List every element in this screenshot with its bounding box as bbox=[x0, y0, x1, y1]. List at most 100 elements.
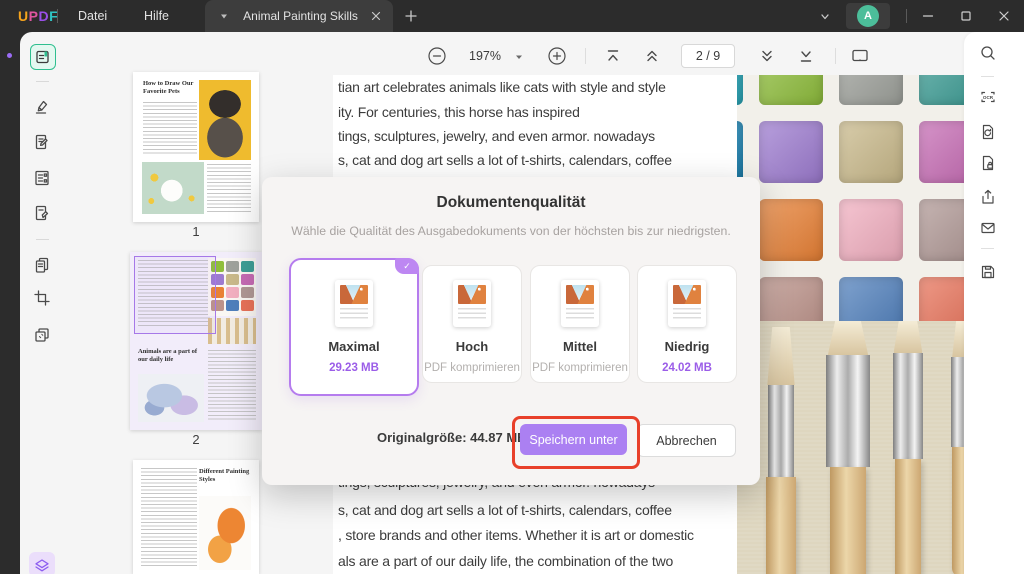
reader-icon bbox=[34, 48, 52, 66]
ai-layers-icon bbox=[33, 557, 51, 574]
save-button[interactable] bbox=[979, 263, 997, 281]
thumb2-painting-image bbox=[138, 374, 204, 422]
quality-detail: PDF komprimieren bbox=[532, 362, 628, 374]
quality-label: Maximal bbox=[328, 339, 379, 354]
sidebar-item-reader[interactable] bbox=[30, 44, 56, 70]
rail-indicator-dot bbox=[7, 53, 12, 58]
quality-option-hoch[interactable]: Hoch PDF komprimieren bbox=[422, 265, 522, 383]
cancel-button[interactable]: Abbrechen bbox=[637, 424, 736, 457]
zoom-level-value[interactable]: 197% bbox=[462, 49, 508, 63]
paint-brush bbox=[888, 321, 928, 574]
thumbnail-page-2-active[interactable]: Animals are a part of our daily life bbox=[130, 252, 262, 430]
quality-option-mittel[interactable]: Mittel PDF komprimieren bbox=[530, 265, 630, 383]
sidebar-divider bbox=[36, 81, 49, 82]
email-button[interactable] bbox=[979, 219, 997, 237]
window-minimize-button[interactable] bbox=[912, 0, 944, 32]
sidebar-item-ai[interactable] bbox=[29, 552, 55, 574]
sidebar-item-edit[interactable] bbox=[33, 133, 51, 151]
document-text-line: als are a part of our daily life, the co… bbox=[338, 553, 673, 569]
brushes-photo bbox=[737, 321, 964, 574]
quality-option-niedrig[interactable]: Niedrig 24.02 MB bbox=[637, 265, 737, 383]
first-page-button[interactable] bbox=[604, 47, 622, 65]
thumb1-title: How to Draw Our Favorite Pets bbox=[143, 80, 201, 96]
thumb1-pug-image bbox=[199, 80, 251, 160]
quality-detail: 24.02 MB bbox=[662, 362, 712, 374]
next-page-button[interactable] bbox=[758, 47, 776, 65]
thumbnail-page-1[interactable]: How to Draw Our Favorite Pets bbox=[133, 72, 259, 222]
app-logo: UPDF bbox=[18, 0, 58, 32]
selection-rectangle bbox=[134, 256, 216, 334]
tab-title: Animal Painting Skills bbox=[230, 9, 371, 23]
convert-button[interactable] bbox=[979, 123, 997, 141]
sidebar-divider bbox=[36, 239, 49, 240]
quality-label: Hoch bbox=[456, 339, 489, 354]
tab-close-icon[interactable] bbox=[371, 11, 381, 21]
sign-document-icon bbox=[33, 204, 51, 222]
menu-hilfe[interactable]: Hilfe bbox=[134, 0, 179, 32]
zoom-dropdown-caret[interactable] bbox=[514, 52, 524, 62]
page-indicator-input[interactable]: 2 / 9 bbox=[681, 44, 735, 68]
sidebar-divider bbox=[981, 248, 994, 249]
form-fields-icon bbox=[33, 169, 51, 187]
thumbnail-page-number: 2 bbox=[133, 432, 259, 447]
zoom-in-button[interactable] bbox=[547, 46, 567, 66]
account-chevron-icon[interactable] bbox=[818, 10, 832, 24]
titlebar: UPDF Datei Hilfe Animal Painting Skills … bbox=[0, 0, 1024, 32]
window-close-button[interactable] bbox=[988, 0, 1020, 32]
paint-brush bbox=[820, 321, 876, 574]
sidebar-item-organize-pages[interactable] bbox=[33, 256, 51, 274]
quality-detail: PDF komprimieren bbox=[424, 362, 520, 374]
original-size-label: Originalgröße: 44.87 MB bbox=[377, 430, 527, 445]
thumb1-dog-image bbox=[142, 162, 204, 214]
window-maximize-button[interactable] bbox=[950, 0, 982, 32]
thumb2-heading: Animals are a part of our daily life bbox=[138, 348, 208, 364]
toolbar-divider bbox=[835, 48, 836, 64]
document-text-line: ity. For centuries, this horse has inspi… bbox=[338, 104, 580, 120]
crop-icon bbox=[33, 289, 51, 307]
right-sidebar bbox=[964, 32, 1024, 574]
paint-brush bbox=[762, 327, 800, 574]
document-text-line: tian art celebrates animals like cats wi… bbox=[338, 79, 666, 95]
thumb3-fox-image bbox=[199, 496, 251, 570]
thumb-text-lines bbox=[141, 468, 197, 568]
sidebar-item-form[interactable] bbox=[33, 169, 51, 187]
zoom-out-button[interactable] bbox=[427, 46, 447, 66]
sidebar-item-crop[interactable] bbox=[33, 289, 51, 307]
edit-document-icon bbox=[33, 133, 51, 151]
document-tab[interactable]: Animal Painting Skills bbox=[205, 0, 393, 32]
menu-datei[interactable]: Datei bbox=[68, 0, 117, 32]
dialog-subtitle: Wähle die Qualität des Ausgabedokuments … bbox=[262, 224, 760, 238]
palette-photo bbox=[737, 75, 964, 321]
thumb3-heading: Different Painting Styles bbox=[199, 468, 251, 484]
ocr-button[interactable]: OCR bbox=[979, 89, 997, 107]
dialog-title: Dokumentenqualität bbox=[262, 194, 760, 212]
document-text-line: s, cat and dog art sells a lot of t-shir… bbox=[338, 152, 672, 168]
account-avatar[interactable]: A bbox=[846, 3, 890, 29]
last-page-button[interactable] bbox=[797, 47, 815, 65]
thumb-text-lines bbox=[208, 350, 256, 422]
ocr-icon-text: OCR bbox=[983, 95, 994, 100]
document-text-line: s, cat and dog art sells a lot of t-shir… bbox=[338, 502, 672, 518]
new-tab-button[interactable] bbox=[402, 7, 420, 25]
toolbar-divider bbox=[585, 48, 586, 64]
titlebar-divider bbox=[57, 9, 58, 23]
paint-brush bbox=[948, 321, 964, 574]
quality-thumbnail bbox=[453, 280, 491, 327]
selected-check-badge: ✓ bbox=[395, 258, 419, 274]
sidebar-item-sign[interactable] bbox=[33, 204, 51, 222]
protect-button[interactable] bbox=[979, 154, 997, 172]
annotation-highlight bbox=[512, 416, 640, 469]
sidebar-item-watermark[interactable] bbox=[33, 326, 51, 344]
quality-option-maximal[interactable]: ✓ Maximal 29.23 MB bbox=[289, 258, 419, 396]
quality-label: Mittel bbox=[563, 339, 597, 354]
avatar-initial: A bbox=[857, 5, 879, 27]
thumbnail-page-3[interactable]: Different Painting Styles bbox=[133, 460, 259, 574]
sidebar-item-comment[interactable] bbox=[33, 98, 51, 116]
thumbnail-page-number: 1 bbox=[133, 224, 259, 239]
slideshow-button[interactable] bbox=[850, 46, 870, 66]
search-button[interactable] bbox=[979, 44, 997, 62]
share-button[interactable] bbox=[979, 188, 997, 206]
tab-caret-icon[interactable] bbox=[218, 10, 230, 22]
thumb-text-lines bbox=[143, 102, 197, 154]
previous-page-button[interactable] bbox=[643, 47, 661, 65]
